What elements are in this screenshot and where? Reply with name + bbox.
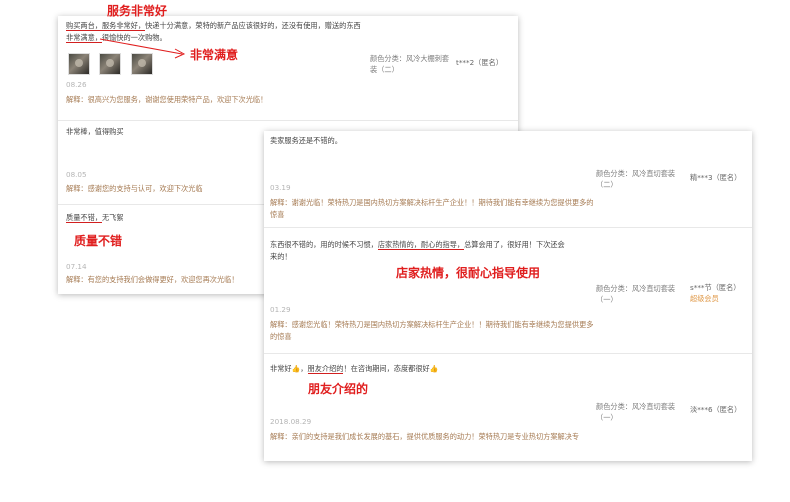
highlight-guidance: 店家热情的，耐心的指导， xyxy=(377,240,465,250)
review-date: 08.05 xyxy=(66,170,87,179)
thumbs-up-icon: 👍 xyxy=(429,365,439,373)
review-date: 03.19 xyxy=(270,183,291,192)
product-variant: 颜色分类：风冷直切套装（二） xyxy=(596,169,676,189)
seller-reply: 解释：亲们的支持是我们成长发展的基石，提供优质服务的动力！荣特热刀是专业热切方案… xyxy=(270,432,580,441)
review-text: 购买两台，服务非常好，快递十分满意，荣特的新产品应该很好的，还没有使用，赠送的东… xyxy=(66,21,361,31)
review-photo-2[interactable] xyxy=(99,53,121,75)
review-item: 购买两台，服务非常好，快递十分满意，荣特的新产品应该很好的，还没有使用，赠送的东… xyxy=(58,16,518,120)
review-text-line2: 非常满意，很愉快的一次购物。 xyxy=(66,33,167,43)
reviewer-name: 精***3（匿名） xyxy=(690,173,742,182)
review-text: 东西很不错的，用的时候不习惯，店家热情的，耐心的指导，总算会用了，很好用！下次还… xyxy=(270,240,565,261)
review-text: 非常好👍，朋友介绍的！在咨询期间，态度都很好👍 xyxy=(270,364,439,374)
review-item: 非常好👍，朋友介绍的！在咨询期间，态度都很好👍 颜色分类：风冷直切套装（一） 淡… xyxy=(264,353,752,461)
review-date: 08.26 xyxy=(66,80,87,89)
review-date: 2018.08.29 xyxy=(270,417,312,426)
review-item: 卖家服务还是不错的。 颜色分类：风冷直切套装（二） 精***3（匿名） 03.1… xyxy=(264,131,752,227)
seller-reply: 解释：感谢您的支持与认可，欢迎下次光临 xyxy=(66,184,203,193)
highlight-service: 购买两台，服务非常好， xyxy=(66,21,146,31)
highlight-quality: 质量不错， xyxy=(66,213,102,223)
product-variant: 颜色分类：风冷直切套装（一） xyxy=(596,284,676,304)
review-item: 东西很不错的，用的时候不习惯，店家热情的，耐心的指导，总算会用了，很好用！下次还… xyxy=(264,227,752,353)
seller-reply: 解释：感谢您光临！荣特热刀是国内热切方案解决标杆生产企业！！期待我们能有幸继续为… xyxy=(270,320,594,341)
review-text: 非常棒，值得购买 xyxy=(66,127,124,136)
product-variant: 颜色分类：风冷直切套装（一） xyxy=(596,402,676,422)
review-photo-1[interactable] xyxy=(68,53,90,75)
review-date: 07.14 xyxy=(66,262,87,271)
seller-reply: 解释：谢谢光临！荣特热刀是国内热切方案解决标杆生产企业！！期待我们能有幸继续为您… xyxy=(270,198,594,219)
reviewer-name: 淡***6（匿名） xyxy=(690,405,742,414)
review-photo-3[interactable] xyxy=(131,53,153,75)
annotation-service: 服务非常好 xyxy=(107,4,168,18)
review-text: 质量不错，无飞絮 xyxy=(66,213,124,223)
annotation-quality: 质量不错 xyxy=(74,234,123,248)
thumbs-up-icon: 👍 xyxy=(291,365,301,373)
member-badge: 超级会员 xyxy=(690,294,719,303)
seller-reply: 解释：有您的支持我们会做得更好，欢迎您再次光临！ xyxy=(66,275,239,284)
reviewer-name: s***节（匿名） xyxy=(690,283,741,292)
highlight-satisfied: 非常满意， xyxy=(66,33,102,43)
annotation-referral: 朋友介绍的 xyxy=(308,382,369,396)
annotation-satisfied: 非常满意 xyxy=(190,48,239,62)
review-text: 卖家服务还是不错的。 xyxy=(270,136,342,145)
reviewer-name: t***2（匿名） xyxy=(456,58,503,67)
review-date: 01.29 xyxy=(270,305,291,314)
seller-reply: 解释：很高兴为您服务，谢谢您使用荣特产品，欢迎下次光临！ xyxy=(66,95,268,104)
highlight-referral: 朋友介绍的 xyxy=(307,364,344,374)
annotation-guidance: 店家热情，很耐心指导使用 xyxy=(396,266,541,280)
review-panel-front: 卖家服务还是不错的。 颜色分类：风冷直切套装（二） 精***3（匿名） 03.1… xyxy=(264,131,752,461)
product-variant: 颜色分类：风冷大棚刺套装（二） xyxy=(370,54,450,74)
